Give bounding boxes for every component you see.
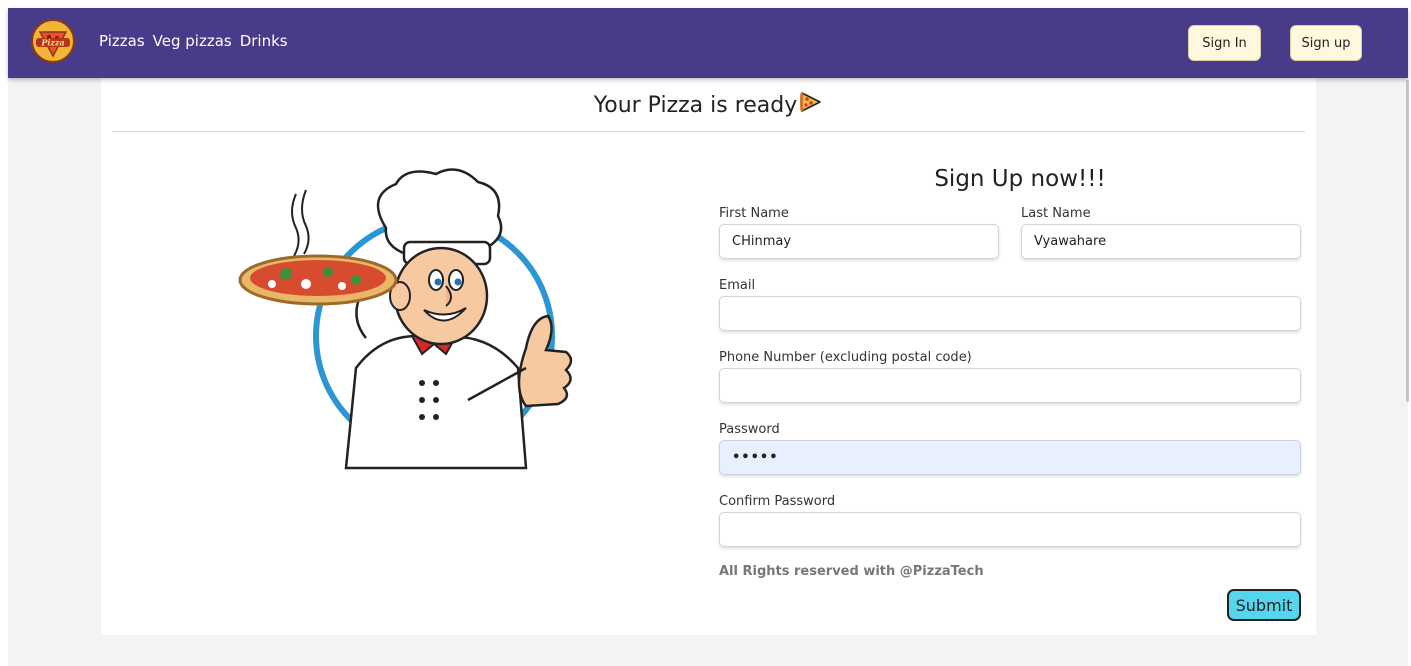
nav-link-veg-pizzas[interactable]: Veg pizzas bbox=[153, 32, 232, 50]
signup-form-title: Sign Up now!!! bbox=[934, 166, 1106, 192]
confirm-password-label: Confirm Password bbox=[719, 494, 836, 509]
sign-in-button[interactable]: Sign In bbox=[1188, 25, 1261, 61]
password-field[interactable]: ••••• bbox=[719, 440, 1301, 475]
first-name-input[interactable]: CHinmay bbox=[719, 224, 999, 259]
page-title-text: Your Pizza is ready bbox=[593, 92, 798, 118]
rights-note: All Rights reserved with @PizzaTech bbox=[719, 564, 984, 579]
nav-link-drinks[interactable]: Drinks bbox=[240, 32, 288, 50]
scrollbar[interactable] bbox=[1406, 80, 1409, 402]
chef-holding-pizza-illustration bbox=[236, 168, 576, 478]
phone-label: Phone Number (excluding postal code) bbox=[719, 350, 972, 365]
last-name-input[interactable]: Vyawahare bbox=[1021, 224, 1301, 259]
confirm-password-field[interactable] bbox=[719, 512, 1301, 547]
sign-up-button[interactable]: Sign up bbox=[1290, 25, 1362, 61]
phone-field[interactable] bbox=[719, 368, 1301, 403]
first-name-label: First Name bbox=[719, 206, 789, 221]
page-title: Your Pizza is ready bbox=[101, 90, 1316, 120]
nav-link-pizzas[interactable]: Pizzas bbox=[99, 32, 145, 50]
password-label: Password bbox=[719, 422, 780, 437]
nav-links: Pizzas Veg pizzas Drinks bbox=[99, 32, 288, 50]
page: Pizza Pizzas Veg pizzas Drinks Sign In S… bbox=[0, 0, 1411, 666]
email-label: Email bbox=[719, 278, 756, 293]
signup-card: Your Pizza is ready Sign Up now!!! First… bbox=[101, 78, 1316, 635]
pizza-slice-icon bbox=[799, 90, 823, 120]
pizza-logo-icon[interactable]: Pizza bbox=[30, 18, 76, 64]
title-divider bbox=[112, 131, 1305, 132]
submit-button[interactable]: Submit bbox=[1227, 589, 1301, 621]
last-name-label: Last Name bbox=[1021, 206, 1091, 221]
email-field[interactable] bbox=[719, 296, 1301, 331]
svg-text:Pizza: Pizza bbox=[40, 38, 64, 48]
top-navbar: Pizza Pizzas Veg pizzas Drinks Sign In S… bbox=[8, 8, 1408, 78]
